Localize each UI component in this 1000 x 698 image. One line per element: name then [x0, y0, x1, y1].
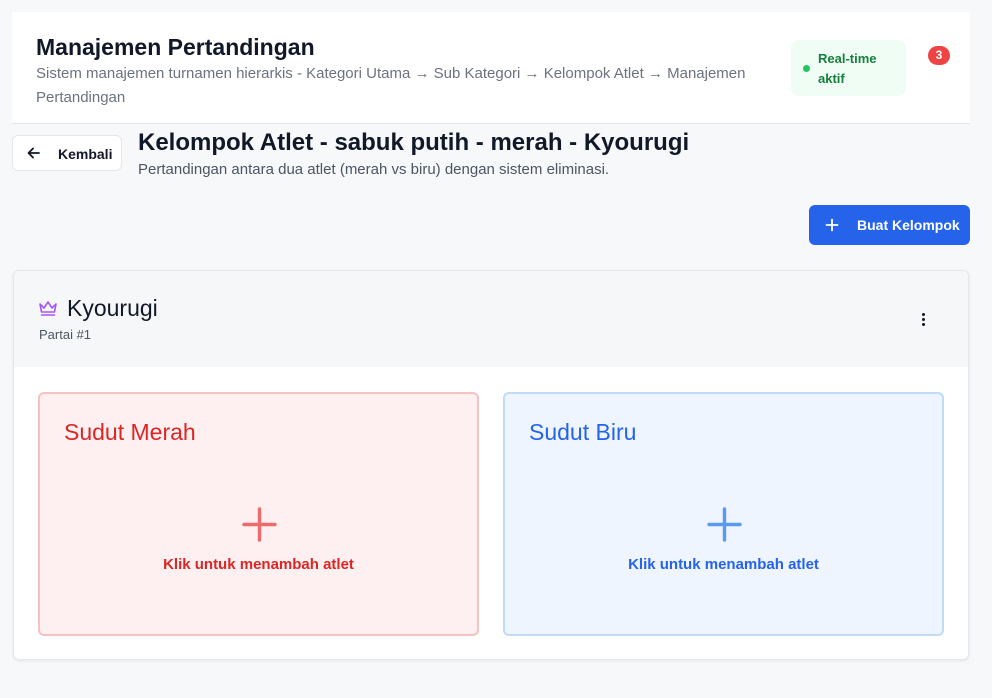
plus-icon: [242, 507, 277, 542]
blue-corner-title: Sudut Biru: [529, 419, 637, 445]
page-scrollbar[interactable]: [970, 0, 992, 698]
red-corner-add-athlete-label: Klik untuk menambah atlet: [163, 556, 354, 573]
app-title: Manajemen Pertandingan: [36, 34, 315, 60]
red-corner-slot[interactable]: Sudut Merah Klik untuk menambah atlet: [38, 392, 479, 636]
match-number: Partai #1: [39, 327, 92, 342]
plus-icon: [825, 218, 839, 232]
red-corner-title: Sudut Merah: [64, 419, 196, 445]
realtime-status-label: Real-time aktif: [818, 51, 877, 86]
realtime-status-badge: Real-time aktif: [791, 40, 906, 96]
page-subtitle: Pertandingan antara dua atlet (merah vs …: [138, 161, 610, 178]
arrow-left-icon: [27, 147, 40, 159]
app-breadcrumb-description: Sistem manajemen turnamen hierarkis - Ka…: [36, 65, 746, 106]
match-card-header: Kyourugi Partai #1: [14, 271, 968, 367]
page-title: Kelompok Atlet - sabuk putih - merah - K…: [138, 129, 690, 156]
status-dot-icon: [803, 65, 810, 72]
back-button[interactable]: Kembali: [12, 135, 122, 171]
more-options-icon[interactable]: [914, 309, 934, 329]
window-edge: [992, 0, 1000, 698]
blue-corner-slot[interactable]: Sudut Biru Klik untuk menambah atlet: [503, 392, 944, 636]
crown-icon: [39, 301, 57, 316]
match-title: Kyourugi: [67, 295, 158, 321]
create-group-label: Buat Kelompok: [857, 217, 960, 233]
match-card: Kyourugi Partai #1 Sudut Merah Klik untu…: [13, 270, 969, 660]
app-header: Manajemen Pertandingan Sistem manajemen …: [12, 12, 970, 124]
blue-corner-add-athlete-label: Klik untuk menambah atlet: [628, 556, 819, 573]
notification-badge[interactable]: 3: [928, 46, 950, 65]
plus-icon: [707, 507, 742, 542]
back-button-label: Kembali: [58, 146, 113, 162]
create-group-button[interactable]: Buat Kelompok: [809, 205, 970, 245]
